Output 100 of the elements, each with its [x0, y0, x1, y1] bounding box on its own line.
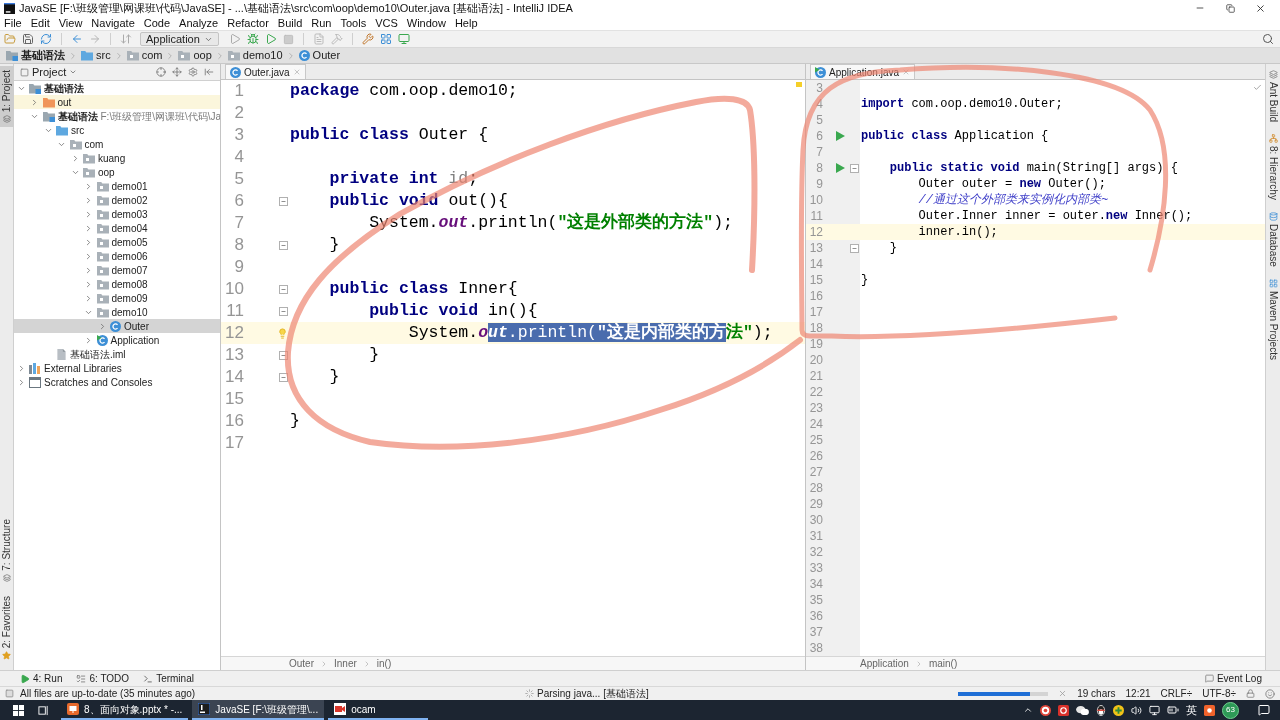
fold-marker-icon[interactable]	[850, 163, 859, 173]
fold-marker-icon[interactable]	[279, 240, 288, 250]
breadcrumb-link[interactable]: Outer	[289, 656, 314, 671]
task-view-icon[interactable]	[38, 704, 49, 716]
fold-marker-icon[interactable]	[850, 243, 859, 253]
save-icon[interactable]	[22, 33, 34, 45]
fold-marker-icon[interactable]	[279, 372, 288, 382]
windows-logo-icon[interactable]	[13, 704, 24, 716]
tree-item[interactable]: com	[14, 137, 220, 151]
menu-item[interactable]: Code	[143, 14, 171, 32]
tool-window-tab[interactable]: Ant Build	[1265, 70, 1280, 123]
tree-item[interactable]: Scratches and Consoles	[14, 375, 220, 389]
tool-window-tab[interactable]: 1: Project	[0, 66, 14, 128]
tree-item[interactable]: demo03	[14, 207, 220, 221]
arrow-to-line-icon[interactable]	[204, 67, 214, 77]
menu-item[interactable]: Refactor	[227, 14, 269, 32]
ring-icon[interactable]	[1040, 704, 1051, 716]
tool-window-button[interactable]: 6: TODO	[76, 671, 130, 686]
face-icon[interactable]	[1265, 688, 1275, 699]
lightbulb-icon[interactable]	[277, 327, 288, 339]
menu-item[interactable]: Edit	[30, 14, 50, 32]
speech-bubble-icon[interactable]	[1258, 704, 1270, 716]
document-icon[interactable]	[312, 33, 325, 45]
menu-item[interactable]: Navigate	[91, 14, 135, 32]
breadcrumb-link[interactable]: Application	[860, 656, 909, 671]
menu-item[interactable]: Help	[454, 14, 478, 32]
caret-position[interactable]: 12:21	[1125, 686, 1151, 701]
nav-crumb[interactable]: oop	[178, 47, 212, 64]
run-configuration-dropdown[interactable]: Application	[140, 32, 219, 46]
tool-window-tab[interactable]: 8: Hierarchy	[1265, 134, 1280, 200]
chevron-up-icon[interactable]	[1023, 705, 1033, 715]
fold-marker-icon[interactable]	[279, 196, 288, 206]
tree-item[interactable]: Application	[14, 333, 220, 347]
target-icon[interactable]	[156, 67, 166, 77]
tool-window-button[interactable]: 4: Run	[20, 671, 63, 686]
tree-item[interactable]: out	[14, 95, 220, 109]
encoding-widget[interactable]: UTF-8÷	[1202, 686, 1236, 701]
stop-icon[interactable]	[282, 33, 294, 45]
fold-marker-icon[interactable]	[279, 350, 288, 360]
sort-arrows-icon[interactable]	[120, 33, 132, 45]
monitor-icon[interactable]	[1149, 704, 1160, 716]
menu-item[interactable]: Tools	[340, 14, 367, 32]
tree-item[interactable]: kuang	[14, 151, 220, 165]
tray-indicator[interactable]: 63	[1222, 701, 1239, 719]
plus-ball-icon[interactable]	[1113, 704, 1124, 716]
menu-item[interactable]: Analyze	[179, 14, 219, 32]
menu-item[interactable]: File	[4, 14, 22, 32]
square-icon[interactable]	[5, 689, 14, 698]
tool-window-tab[interactable]: Maven Projects	[1265, 278, 1280, 360]
debug-bug-icon[interactable]	[246, 33, 259, 45]
nav-crumb[interactable]: Outer	[298, 47, 341, 64]
play-icon[interactable]	[835, 163, 845, 173]
tree-item[interactable]: 基础语法.iml	[14, 347, 220, 361]
background-task-label[interactable]: Parsing java... [基础语法]	[537, 686, 649, 701]
tree-item[interactable]: External Libraries	[14, 361, 220, 375]
tree-item[interactable]: demo01	[14, 179, 220, 193]
play-icon[interactable]	[264, 33, 277, 45]
cancel-icon[interactable]	[1058, 689, 1068, 698]
nav-crumb[interactable]: src	[81, 47, 111, 64]
menu-item[interactable]: Run	[311, 14, 332, 32]
menu-item[interactable]: Build	[277, 14, 303, 32]
tree-item[interactable]: demo07	[14, 263, 220, 277]
tree-item[interactable]: demo08	[14, 277, 220, 291]
breadcrumb-link[interactable]: main()	[928, 656, 958, 671]
wrench-icon[interactable]	[361, 33, 374, 45]
tool-window-tab[interactable]: Database	[1265, 211, 1280, 267]
taskbar-task[interactable]: JavaSE [F:\班级管理\...	[192, 700, 325, 720]
tree-item[interactable]: demo06	[14, 249, 220, 263]
nav-crumb[interactable]: demo10	[227, 47, 283, 64]
chat-bubbles-icon[interactable]	[1076, 704, 1089, 716]
close-icon[interactable]	[292, 68, 301, 76]
app-tile-icon[interactable]	[1204, 704, 1215, 716]
nav-crumb[interactable]: com	[126, 47, 163, 64]
back-arrow-icon[interactable]	[71, 33, 83, 45]
speaker-icon[interactable]	[1131, 704, 1142, 716]
open-folder-icon[interactable]	[4, 33, 16, 45]
fold-marker-icon[interactable]	[279, 284, 288, 294]
tree-item[interactable]: src	[14, 123, 220, 137]
grid-icon[interactable]	[379, 33, 392, 45]
menu-item[interactable]: Window	[406, 14, 446, 32]
search-icon[interactable]	[1262, 33, 1274, 45]
fold-marker-icon[interactable]	[279, 306, 288, 316]
sync-icon[interactable]	[40, 33, 52, 45]
tree-item[interactable]: demo02	[14, 193, 220, 207]
tree-item[interactable]: 基础语法	[14, 81, 220, 95]
tool-window-button[interactable]: Terminal	[143, 671, 194, 686]
settings-icon[interactable]	[188, 67, 198, 77]
tool-window-tab[interactable]: 7: Structure	[0, 515, 14, 586]
input-method-indicator[interactable]: 英	[1186, 701, 1197, 719]
battery-icon[interactable]	[1167, 704, 1179, 716]
tree-item[interactable]: demo04	[14, 221, 220, 235]
tool-window-tab[interactable]: 2: Favorites	[0, 591, 14, 664]
tree-item[interactable]: 基础语法 F:\班级管理\网课班\代码\Ja	[14, 109, 220, 123]
tree-item[interactable]: demo09	[14, 291, 220, 305]
tree-item[interactable]: oop	[14, 165, 220, 179]
play-icon[interactable]	[835, 131, 845, 141]
tree-item[interactable]: demo05	[14, 235, 220, 249]
line-separator-widget[interactable]: CRLF÷	[1160, 686, 1193, 701]
menu-item[interactable]: View	[58, 14, 83, 32]
ring-tile-icon[interactable]	[1058, 704, 1069, 716]
